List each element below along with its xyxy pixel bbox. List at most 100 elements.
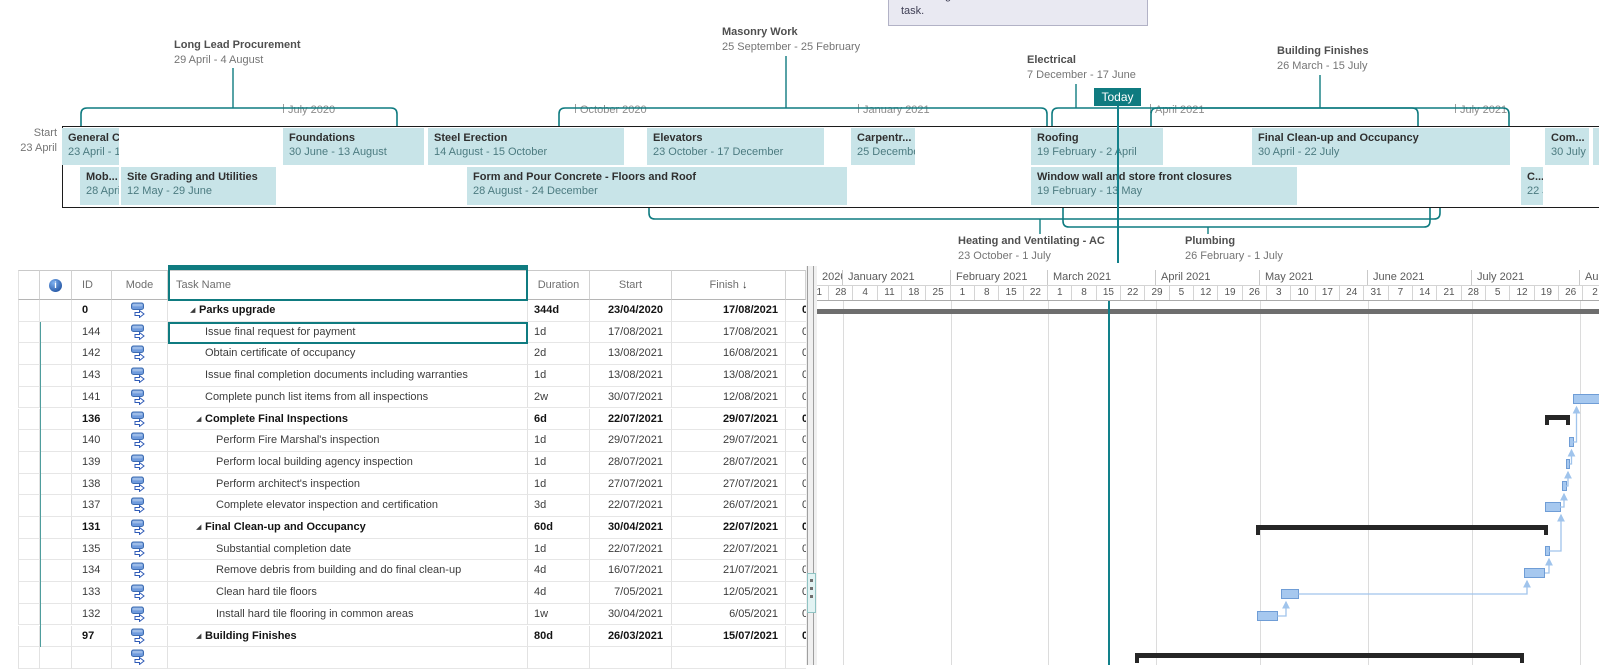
cell-info[interactable] (40, 365, 72, 387)
cell-task-name[interactable]: Clean hard tile floors (168, 582, 528, 604)
cell-gutter[interactable] (18, 539, 40, 561)
cell-task-name[interactable]: Perform local building agency inspection (168, 452, 528, 474)
table-row[interactable]: 139Perform local building agency inspect… (18, 452, 806, 474)
cell-stub[interactable]: 0 (786, 300, 806, 322)
timescale-week-cell[interactable]: 18 (902, 285, 926, 300)
timeline-task-bar[interactable]: General Co...23 April - 15 M (62, 128, 119, 165)
table-row[interactable]: 132Install hard tile flooring in common … (18, 604, 806, 626)
gantt-task-bar-141[interactable] (1573, 394, 1599, 404)
cell-info[interactable] (40, 409, 72, 431)
cell-gutter[interactable] (18, 409, 40, 431)
cell-task-name[interactable]: Substantial completion date (168, 539, 528, 561)
cell-info[interactable] (40, 474, 72, 496)
gantt-task-bar-137[interactable] (1545, 502, 1561, 512)
cell-start[interactable]: 7/05/2021 (590, 582, 672, 604)
timescale-week-cell[interactable]: 4 (853, 285, 877, 300)
cell-mode[interactable] (112, 604, 168, 626)
timeline-task-bar[interactable]: C1 (1593, 128, 1599, 165)
cell-mode[interactable] (112, 560, 168, 582)
collapse-triangle-icon[interactable]: ◢ (196, 517, 201, 539)
timescale-week-cell[interactable]: 8 (975, 285, 999, 300)
cell-stub[interactable]: 0 (786, 626, 806, 648)
timescale-week-cell[interactable]: 8 (1072, 285, 1096, 300)
timeline-task-bar[interactable]: Elevators23 October - 17 December (647, 128, 824, 165)
cell-id[interactable]: 131 (72, 517, 112, 539)
splitter-handle[interactable] (807, 573, 816, 613)
cell-duration[interactable]: 80d (528, 626, 590, 648)
cell-stub[interactable]: 0 (786, 517, 806, 539)
cell-task-name[interactable]: ◢Building Finishes (168, 626, 528, 648)
cell-mode[interactable] (112, 430, 168, 452)
cell-stub[interactable]: 0 (786, 474, 806, 496)
cell-duration[interactable]: 1d (528, 430, 590, 452)
timescale-week-cell[interactable]: 26 (1243, 285, 1267, 300)
gantt-summary-bar-131[interactable] (1256, 525, 1548, 535)
cell-task-name[interactable]: Issue final completion documents includi… (168, 365, 528, 387)
table-row[interactable]: 135Substantial completion date1d22/07/20… (18, 539, 806, 561)
cell-id[interactable]: 133 (72, 582, 112, 604)
cell-duration[interactable]: 1d (528, 452, 590, 474)
timescale-month-cell[interactable]: January 2021 (843, 270, 951, 285)
cell-mode[interactable] (112, 626, 168, 648)
timescale-week-cell[interactable]: 25 (926, 285, 950, 300)
cell-id[interactable]: 0 (72, 300, 112, 322)
timescale-week-cell[interactable]: 15 (999, 285, 1023, 300)
cell-id[interactable]: 140 (72, 430, 112, 452)
cell-start[interactable]: 17/08/2021 (590, 322, 672, 344)
cell-id[interactable]: 143 (72, 365, 112, 387)
timescale-week-cell[interactable]: 15 (1097, 285, 1121, 300)
cell-finish[interactable]: 12/05/2021 (672, 582, 786, 604)
cell-duration[interactable]: 2w (528, 387, 590, 409)
cell-id[interactable] (72, 647, 112, 669)
gantt-project-summary-bar[interactable] (817, 309, 1599, 314)
cell-gutter[interactable] (18, 430, 40, 452)
cell-mode[interactable] (112, 365, 168, 387)
table-row[interactable]: 143 Issue final completion documents incl… (18, 365, 806, 387)
cell-start[interactable]: 22/07/2021 (590, 495, 672, 517)
cell-task-name[interactable]: Obtain certificate of occupancy (168, 343, 528, 365)
cell-mode[interactable] (112, 495, 168, 517)
table-row[interactable]: 137Complete elevator inspection and cert… (18, 495, 806, 517)
table-row[interactable]: 0◢Parks upgrade344d23/04/202017/08/20210 (18, 300, 806, 322)
cell-finish[interactable]: 29/07/2021 (672, 430, 786, 452)
timescale-week-cell[interactable]: 12 (1194, 285, 1218, 300)
timescale-week-cell[interactable]: 7 (1389, 285, 1413, 300)
timescale-week-cell[interactable]: 1 (951, 285, 975, 300)
cell-id[interactable]: 144 (72, 322, 112, 344)
timescale-week-cell[interactable]: 29 (1145, 285, 1169, 300)
cell-gutter[interactable] (18, 474, 40, 496)
cell-finish[interactable]: 28/07/2021 (672, 452, 786, 474)
gantt-task-bar-132[interactable] (1257, 611, 1278, 621)
cell-info[interactable] (40, 322, 72, 344)
cell-gutter[interactable] (18, 560, 40, 582)
cell-finish[interactable]: 21/07/2021 (672, 560, 786, 582)
collapse-triangle-icon[interactable]: ◢ (196, 626, 201, 648)
timescale-week-cell[interactable]: 19 (1535, 285, 1559, 300)
cell-stub[interactable]: 0 (786, 539, 806, 561)
cell-start[interactable]: 13/08/2021 (590, 343, 672, 365)
cell-stub[interactable]: 0 (786, 452, 806, 474)
cell-start[interactable]: 16/07/2021 (590, 560, 672, 582)
column-header-mode[interactable]: Mode (112, 270, 168, 300)
cell-mode[interactable] (112, 300, 168, 322)
timeline-task-bar[interactable]: Steel Erection14 August - 15 October (428, 128, 624, 165)
table-row[interactable]: 133Clean hard tile floors4d7/05/202112/0… (18, 582, 806, 604)
cell-mode[interactable] (112, 343, 168, 365)
cell-stub[interactable]: 0 (786, 409, 806, 431)
cell-start[interactable]: 28/07/2021 (590, 452, 672, 474)
gantt-summary-bar-136[interactable] (1545, 415, 1570, 425)
cell-stub[interactable]: 0 (786, 430, 806, 452)
cell-finish[interactable]: 17/08/2021 (672, 300, 786, 322)
cell-duration[interactable]: 344d (528, 300, 590, 322)
gantt-task-bar-138[interactable] (1562, 481, 1567, 491)
cell-id[interactable]: 141 (72, 387, 112, 409)
cell-mode[interactable] (112, 647, 168, 669)
cell-id[interactable]: 137 (72, 495, 112, 517)
cell-stub[interactable]: 0 (786, 495, 806, 517)
cell-gutter[interactable] (18, 517, 40, 539)
cell-info[interactable] (40, 604, 72, 626)
table-row[interactable]: 136◢Complete Final Inspections6d22/07/20… (18, 409, 806, 431)
timescale-week-cell[interactable]: 2 (1583, 285, 1599, 300)
cell-duration[interactable]: 1d (528, 322, 590, 344)
cell-info[interactable] (40, 560, 72, 582)
